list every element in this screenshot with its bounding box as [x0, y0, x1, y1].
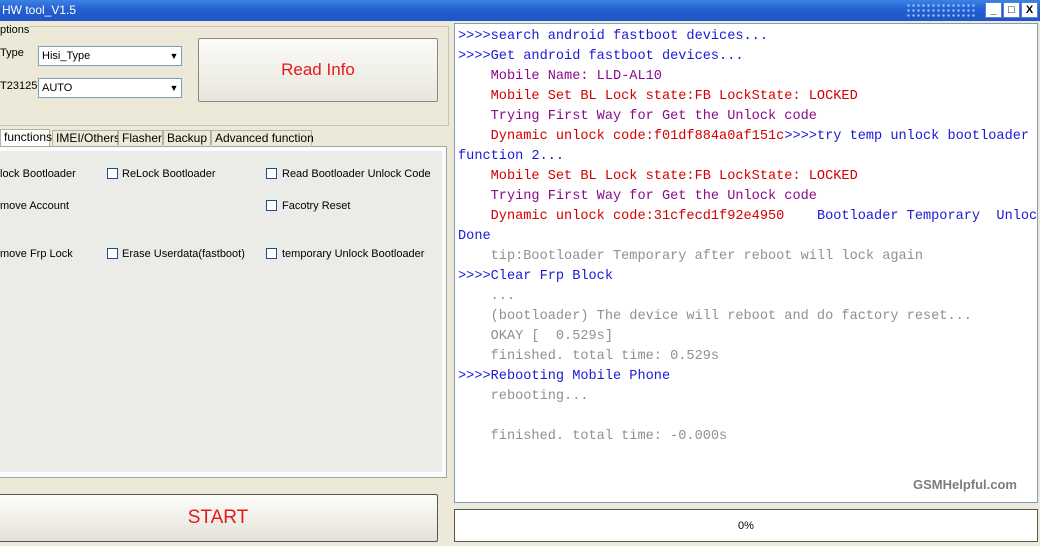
unlock-bootloader-option[interactable]: lock Bootloader — [0, 168, 76, 180]
log-line: rebooting... — [458, 389, 589, 405]
temp-unlock-checkbox[interactable] — [266, 248, 277, 259]
log-line: OKAY [ 0.529s] — [458, 329, 613, 345]
remove-frp-option[interactable]: move Frp Lock — [0, 248, 73, 260]
log-line: finished. total time: 0.529s — [458, 349, 719, 365]
chevron-down-icon[interactable]: ▼ — [169, 82, 179, 94]
log-line-text: >>>>Get android fastboot devices... — [458, 49, 744, 64]
log-line-text: Mobile Set BL Lock state:FB LockState: L… — [458, 169, 858, 184]
log-line-tail: >>>>try temp unlock bootloader — [784, 129, 1030, 144]
log-line-text: finished. total time: -0.000s — [458, 429, 728, 444]
log-line-text: Trying First Way for Get the Unlock code — [458, 189, 817, 204]
log-line-text: >>>>search android fastboot devices... — [458, 29, 768, 44]
log-line-text: Mobile Name: LLD-AL10 — [458, 69, 662, 84]
type-select[interactable]: Hisi_Type ▼ — [38, 46, 182, 66]
log-line-text: OKAY [ 0.529s] — [458, 329, 613, 344]
tab-functions[interactable]: functions — [0, 129, 52, 146]
log-line: Dynamic unlock code:f01df884a0af151c>>>>… — [458, 129, 1029, 145]
log-line: Trying First Way for Get the Unlock code — [458, 109, 817, 125]
log-line-text: (bootloader) The device will reboot and … — [458, 309, 972, 324]
read-info-button[interactable]: Read Info — [198, 38, 438, 102]
log-line: Mobile Name: LLD-AL10 — [458, 69, 662, 85]
log-output[interactable]: GSMHelpful.com >>>>search android fastbo… — [454, 23, 1038, 503]
log-line-text: Done — [458, 229, 491, 244]
start-button[interactable]: START — [0, 494, 438, 542]
read-unlock-code-label[interactable]: Read Bootloader Unlock Code — [282, 168, 431, 180]
log-line: >>>>Get android fastboot devices... — [458, 49, 744, 65]
log-line-text: finished. total time: 0.529s — [458, 349, 720, 364]
tab-flasher[interactable]: Flasher — [118, 130, 163, 145]
erase-userdata-checkbox[interactable] — [107, 248, 118, 259]
tab-backup[interactable]: Backup — [163, 130, 211, 145]
erase-userdata-label[interactable]: Erase Userdata(fastboot) — [122, 248, 245, 260]
log-line: Done — [458, 229, 491, 245]
log-line: Dynamic unlock code:31cfecd1f92e4950 Boo… — [458, 209, 1038, 225]
log-line: ... — [458, 289, 515, 305]
log-line: Mobile Set BL Lock state:FB LockState: L… — [458, 89, 858, 105]
log-line-text: >>>>Clear Frp Block — [458, 269, 613, 284]
functions-panel — [0, 146, 447, 478]
maximize-button[interactable]: □ — [1003, 2, 1020, 18]
window-title: HW tool_V1.5 — [2, 3, 77, 17]
log-line-text: Trying First Way for Get the Unlock code — [458, 109, 817, 124]
log-line: >>>>Clear Frp Block — [458, 269, 613, 285]
log-line-tail: Bootloader Temporary Unlock — [784, 209, 1038, 224]
options-group-label: ptions — [0, 24, 30, 36]
title-grip — [906, 3, 976, 18]
remove-account-option[interactable]: move Account — [0, 200, 69, 212]
log-line-text: ... — [458, 289, 516, 304]
log-line: Trying First Way for Get the Unlock code — [458, 189, 817, 205]
chevron-down-icon[interactable]: ▼ — [169, 50, 179, 62]
tab-advanced-function[interactable]: Advanced function — [211, 130, 314, 145]
log-line: finished. total time: -0.000s — [458, 429, 728, 445]
tab-imei-others[interactable]: IMEI/Others — [52, 130, 120, 145]
port-label: T23125 — [0, 80, 38, 92]
log-line-text: function 2... — [458, 149, 565, 164]
type-label: Type — [0, 47, 24, 59]
log-line: >>>>Rebooting Mobile Phone — [458, 369, 670, 385]
log-line: (bootloader) The device will reboot and … — [458, 309, 972, 325]
port-select[interactable]: AUTO ▼ — [38, 78, 182, 98]
title-bar: HW tool_V1.5 _ □ X — [0, 0, 1040, 21]
log-line-text: Dynamic unlock code:31cfecd1f92e4950 — [458, 209, 785, 224]
watermark: GSMHelpful.com — [912, 477, 1017, 492]
log-line-text: tip:Bootloader Temporary after reboot wi… — [458, 249, 923, 264]
type-select-value: Hisi_Type — [42, 50, 91, 62]
log-line: Mobile Set BL Lock state:FB LockState: L… — [458, 169, 858, 185]
log-line-text: rebooting... — [458, 389, 589, 404]
progress-label: 0% — [738, 519, 754, 532]
log-line: function 2... — [458, 149, 564, 165]
log-line: >>>>search android fastboot devices... — [458, 29, 768, 45]
relock-bootloader-label[interactable]: ReLock Bootloader — [122, 168, 216, 180]
factory-reset-label[interactable]: Facotry Reset — [282, 200, 350, 212]
progress-bar: 0% — [454, 509, 1038, 542]
factory-reset-checkbox[interactable] — [266, 200, 277, 211]
temp-unlock-label[interactable]: temporary Unlock Bootloader — [282, 248, 424, 260]
log-line: tip:Bootloader Temporary after reboot wi… — [458, 249, 923, 265]
minimize-button[interactable]: _ — [985, 2, 1002, 18]
log-line-text: Dynamic unlock code:f01df884a0af151c — [458, 129, 785, 144]
relock-bootloader-checkbox[interactable] — [107, 168, 118, 179]
port-select-value: AUTO — [42, 82, 73, 94]
read-unlock-code-checkbox[interactable] — [266, 168, 277, 179]
log-line-text: Mobile Set BL Lock state:FB LockState: L… — [458, 89, 858, 104]
close-button[interactable]: X — [1021, 2, 1038, 18]
log-line-text: >>>>Rebooting Mobile Phone — [458, 369, 671, 384]
